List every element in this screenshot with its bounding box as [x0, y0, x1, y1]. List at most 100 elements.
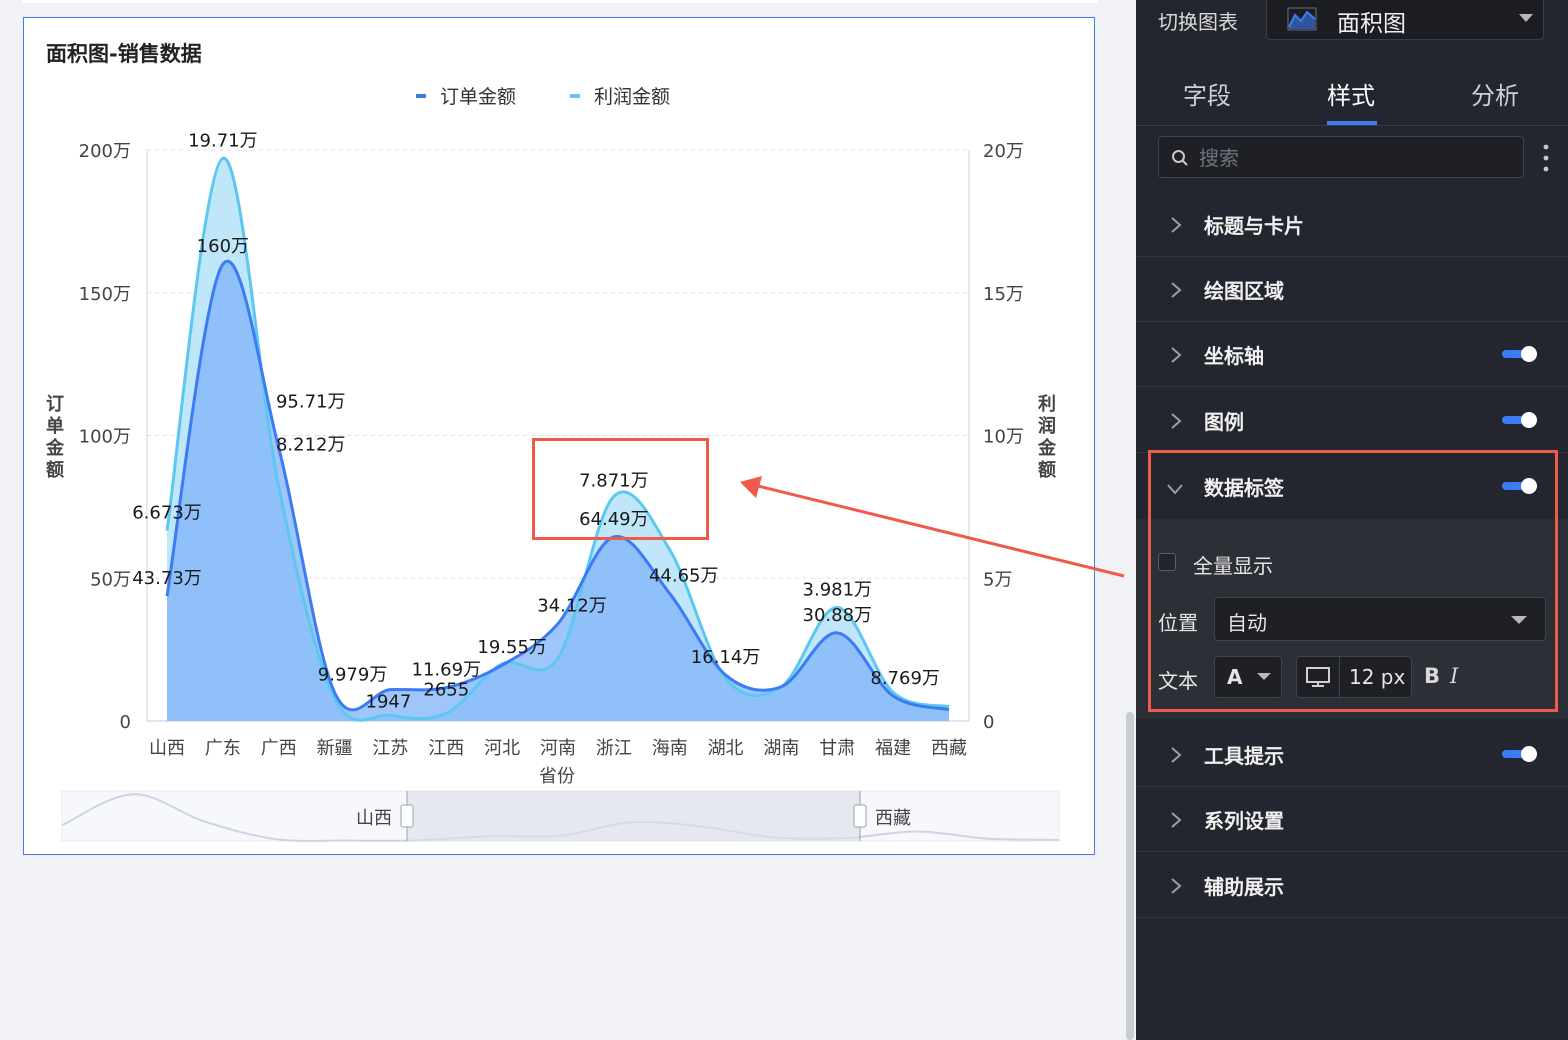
y-right-tick-label: 20万 [983, 141, 1024, 162]
legend-label: 利润金额 [594, 86, 670, 108]
tab-analysis[interactable]: 分析 [1471, 76, 1519, 111]
legend-marker [570, 94, 580, 98]
annotation-highlight-box [532, 438, 709, 540]
search-input[interactable] [1197, 143, 1501, 173]
y-left-axis-title: 订 [46, 394, 64, 415]
chevron-right-icon [1170, 281, 1182, 303]
data-label: 11.69万 [412, 660, 482, 681]
x-tick-label: 福建 [875, 738, 911, 759]
data-label: 2655 [423, 679, 469, 700]
data-label: 19.71万 [188, 130, 258, 151]
x-tick-label: 广西 [261, 738, 297, 759]
y-right-tick-label: 5万 [983, 569, 1012, 590]
x-tick-label: 新疆 [317, 738, 353, 759]
chevron-right-icon [1170, 346, 1182, 368]
switch-chart-label: 切换图表 [1158, 10, 1238, 34]
section-label: 辅助展示 [1204, 875, 1284, 899]
x-tick-label: 河北 [484, 738, 520, 759]
legend-marker [416, 94, 426, 98]
section-series-settings[interactable]: 系列设置 [1136, 787, 1568, 852]
y-left-tick-label: 200万 [79, 141, 131, 162]
data-label: 30.88万 [803, 605, 873, 626]
axes-toggle[interactable] [1502, 346, 1538, 362]
range-slider-handle-end [853, 804, 867, 828]
x-tick-label: 河南 [540, 738, 576, 759]
chevron-right-icon [1170, 412, 1182, 434]
y-right-axis-title: 额 [1038, 459, 1056, 481]
x-tick-label: 山西 [149, 738, 185, 759]
search-box[interactable] [1158, 136, 1524, 178]
y-right-axis-title: 利 [1038, 393, 1056, 415]
x-tick-label: 湖南 [763, 738, 799, 759]
y-right-tick-label: 15万 [983, 284, 1024, 305]
data-label: 43.73万 [132, 568, 202, 589]
data-label: 1947 [366, 691, 412, 712]
y-right-tick-label: 0 [983, 712, 994, 733]
chevron-right-icon [1170, 877, 1182, 899]
y-left-axis-title: 单 [46, 415, 64, 437]
search-icon [1171, 149, 1189, 171]
chart-card[interactable]: 面积图-销售数据 0 50万 100万 150万 200万 0 5万 10万 15万 20万订单金… [23, 17, 1095, 855]
section-title-card[interactable]: 标题与卡片 [1136, 192, 1568, 257]
previous-card-edge [22, 0, 1098, 3]
section-label: 绘图区域 [1204, 279, 1284, 303]
x-tick-label: 湖北 [708, 738, 744, 759]
data-label: 6.673万 [132, 502, 202, 523]
data-label: 9.979万 [318, 665, 388, 686]
range-slider-end-label: 西藏 [875, 808, 911, 829]
y-left-axis-title: 额 [46, 459, 64, 481]
y-left-tick-label: 100万 [79, 427, 131, 448]
legend-toggle[interactable] [1502, 412, 1538, 428]
x-tick-label: 江苏 [372, 738, 408, 759]
x-axis-title: 省份 [539, 766, 575, 787]
chevron-right-icon [1170, 811, 1182, 833]
x-tick-label: 甘肃 [819, 738, 855, 759]
y-left-tick-label: 150万 [79, 284, 131, 305]
tabs-divider [1136, 125, 1568, 126]
chevron-down-icon [1519, 14, 1533, 22]
x-tick-label: 西藏 [931, 738, 967, 759]
tab-fields[interactable]: 字段 [1183, 76, 1231, 111]
x-tick-label: 广东 [205, 738, 241, 759]
data-label: 34.12万 [537, 596, 607, 617]
section-axes[interactable]: 坐标轴 [1136, 322, 1568, 387]
x-tick-label: 江西 [428, 738, 464, 759]
area-chart-icon [1287, 7, 1317, 35]
section-auxiliary-display[interactable]: 辅助展示 [1136, 853, 1568, 918]
section-label: 系列设置 [1204, 809, 1284, 833]
data-label: 19.55万 [477, 637, 547, 658]
data-label: 44.65万 [649, 566, 719, 587]
tab-style[interactable]: 样式 [1327, 76, 1375, 111]
chart-type-value: 面积图 [1337, 11, 1406, 37]
data-label: 3.981万 [803, 579, 873, 600]
chevron-right-icon [1170, 746, 1182, 768]
x-tick-label: 浙江 [596, 738, 632, 759]
section-label: 工具提示 [1204, 744, 1284, 768]
canvas-scrollbar[interactable] [1126, 712, 1134, 1040]
range-slider-handle-start [400, 804, 414, 828]
data-label: 8.769万 [870, 668, 940, 689]
section-plot-area[interactable]: 绘图区域 [1136, 257, 1568, 322]
range-slider-start-label: 山西 [356, 808, 392, 829]
section-tooltip[interactable]: 工具提示 [1136, 722, 1568, 787]
section-label: 坐标轴 [1204, 344, 1264, 368]
legend-label: 订单金额 [440, 86, 516, 108]
annotation-highlight-box [1148, 450, 1558, 712]
section-legend[interactable]: 图例 [1136, 388, 1568, 453]
y-right-axis-title: 润 [1038, 415, 1056, 437]
data-label: 16.14万 [691, 647, 761, 668]
section-label: 图例 [1204, 410, 1244, 434]
chart-type-select[interactable]: 面积图 [1266, 0, 1544, 40]
canvas-area: 面积图-销售数据 0 50万 100万 150万 200万 0 5万 10万 15万 20万订单金… [0, 0, 1136, 1040]
tooltip-toggle[interactable] [1502, 746, 1538, 762]
y-right-axis-title: 金 [1037, 437, 1057, 459]
x-tick-label: 海南 [652, 738, 688, 759]
more-vertical-icon[interactable] [1540, 142, 1552, 178]
area-chart[interactable]: 050万100万150万200万05万10万15万20万订单金额利润金额省份山西… [24, 18, 1096, 856]
data-label: 160万 [197, 236, 249, 257]
data-label: 8.212万 [276, 435, 346, 456]
chevron-right-icon [1170, 216, 1182, 238]
y-left-tick-label: 50万 [90, 569, 131, 590]
y-left-axis-title: 金 [45, 437, 65, 459]
section-label: 标题与卡片 [1204, 214, 1304, 238]
